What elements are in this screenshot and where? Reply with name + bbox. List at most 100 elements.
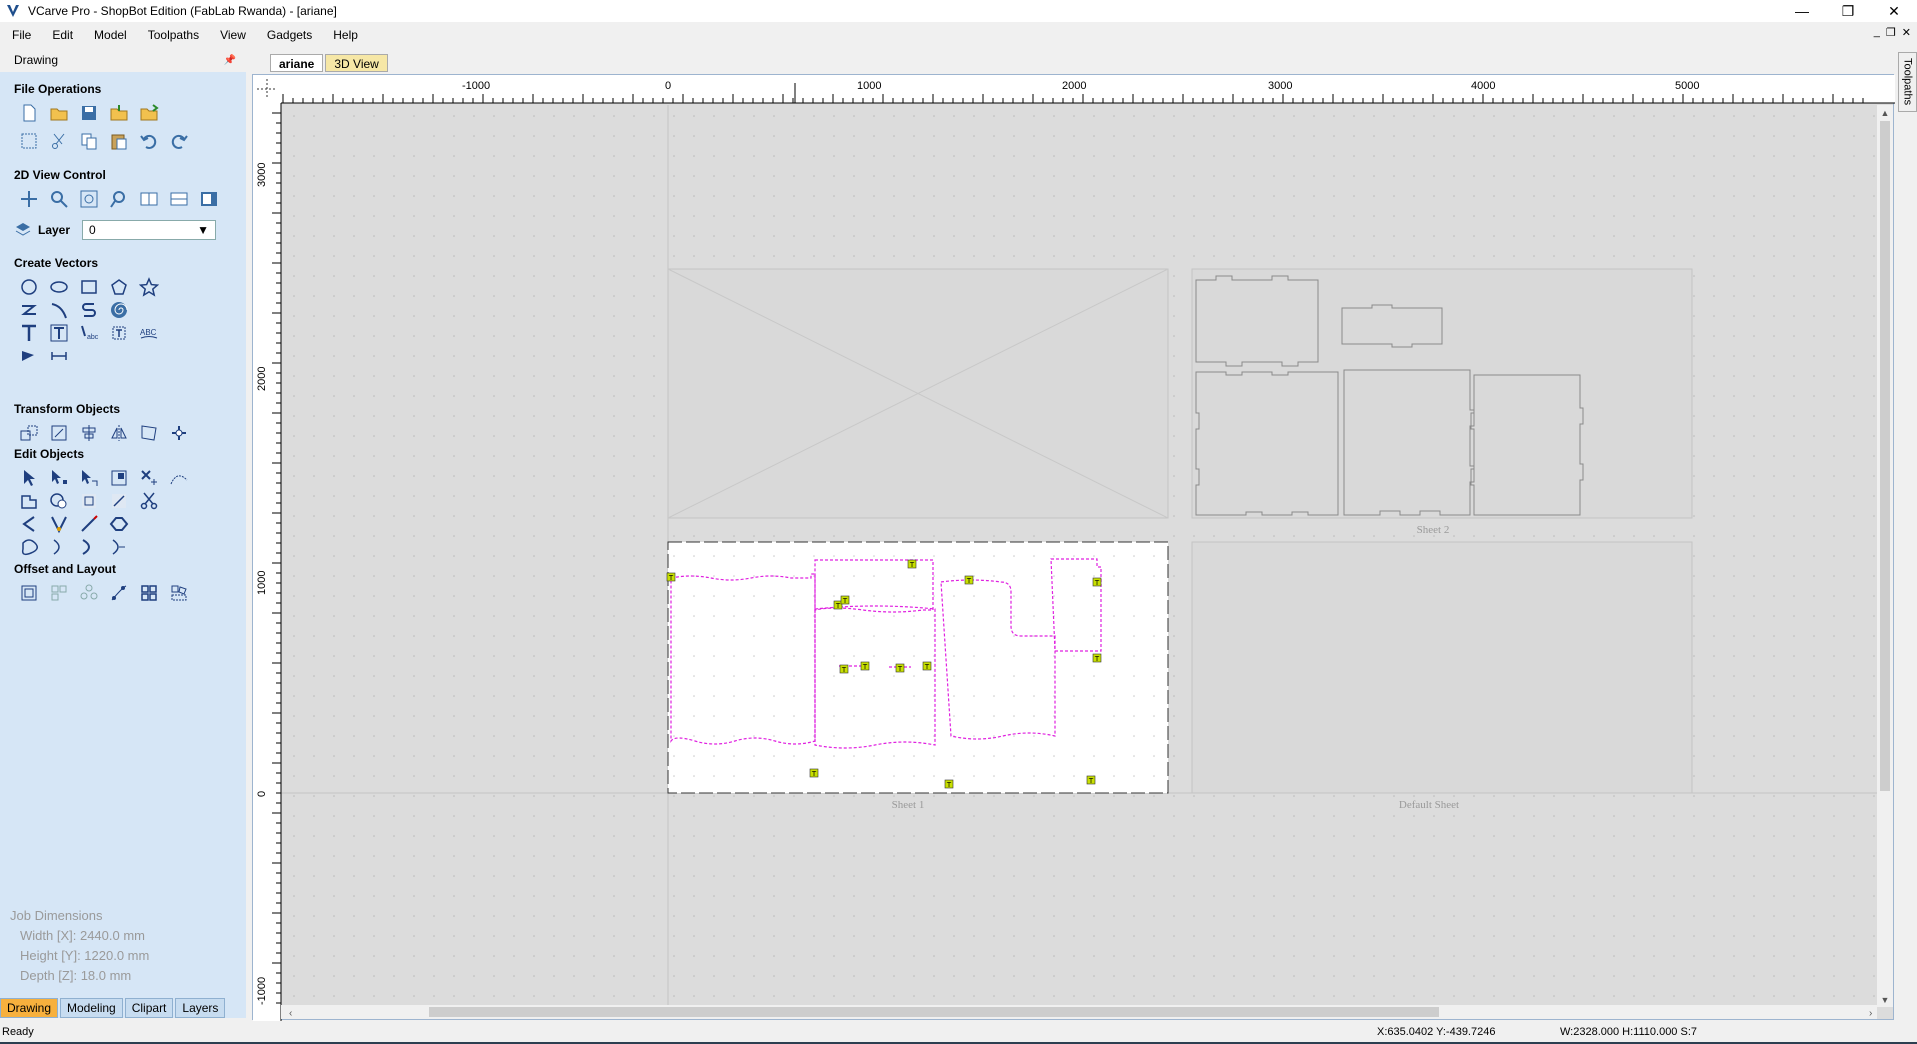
zoom-icon[interactable]	[44, 186, 74, 212]
undo-icon[interactable]	[134, 128, 164, 154]
paste-icon[interactable]	[104, 128, 134, 154]
star-icon[interactable]	[134, 274, 164, 300]
cut-icon[interactable]	[44, 128, 74, 154]
marker-8[interactable]: T	[860, 661, 870, 671]
dimension-icon[interactable]	[44, 343, 74, 369]
scroll-down-icon[interactable]: ▼	[1881, 995, 1890, 1005]
marker-7[interactable]: T	[839, 664, 849, 674]
layer-value: 0	[89, 223, 96, 237]
zoom-extents-icon[interactable]	[74, 186, 104, 212]
copy-icon[interactable]	[74, 128, 104, 154]
close-vector-icon[interactable]	[44, 534, 74, 560]
move-icon[interactable]	[14, 420, 44, 446]
bend-text-icon[interactable]: ABC	[134, 320, 164, 346]
menu-gadgets[interactable]: Gadgets	[255, 28, 321, 42]
maximize-button[interactable]: ❐	[1825, 0, 1871, 22]
svg-text:T: T	[862, 663, 868, 671]
tab-drawing[interactable]: Drawing	[0, 998, 59, 1018]
canvas-svg[interactable]: T T T T T T T T T T T T T T Sheet 2 Shee…	[253, 75, 1895, 1021]
text-arc-icon[interactable]	[104, 320, 134, 346]
marker-4[interactable]: T	[1092, 577, 1102, 587]
menu-toolpaths[interactable]: Toolpaths	[136, 28, 208, 42]
curve-fit-icon[interactable]	[164, 465, 194, 491]
view-3d-icon[interactable]	[194, 186, 224, 212]
layers-icon	[15, 223, 31, 236]
minimize-button[interactable]: —	[1779, 0, 1825, 22]
menu-edit[interactable]: Edit	[40, 28, 82, 42]
join-open-icon[interactable]	[74, 534, 104, 560]
distort-icon[interactable]	[134, 420, 164, 446]
top-ruler: -1000 0 1000 2000 3000 4000 5000	[253, 75, 1895, 104]
tab-ariane[interactable]: ariane	[270, 54, 324, 72]
marker-12[interactable]: T	[809, 768, 819, 778]
nest-parts-icon[interactable]	[164, 580, 194, 606]
open-file-icon[interactable]	[44, 100, 74, 126]
sheet-2-label: Sheet 2	[1417, 524, 1450, 536]
sheet-2-blank[interactable]	[667, 268, 1169, 519]
node-close-icon[interactable]	[104, 534, 134, 560]
offset-icon[interactable]	[14, 580, 44, 606]
tab-layers[interactable]: Layers	[175, 998, 226, 1018]
ruler-left-label: 1000	[256, 571, 268, 595]
pan-icon[interactable]	[14, 186, 44, 212]
marker-10[interactable]: T	[922, 661, 932, 671]
marker-2[interactable]: T	[907, 559, 917, 569]
array-copy-circle-icon[interactable]	[74, 580, 104, 606]
close-button[interactable]: ✕	[1871, 0, 1917, 22]
menu-file[interactable]: File	[0, 28, 40, 42]
view-grid-icon[interactable]	[134, 186, 164, 212]
menu-model[interactable]: Model	[82, 28, 136, 42]
import-icon[interactable]	[104, 100, 134, 126]
scroll-up-icon[interactable]: ▲	[1881, 108, 1890, 118]
export-icon[interactable]	[134, 100, 164, 126]
panel-tabs: Drawing Modeling Clipart Layers	[0, 996, 246, 1018]
vertical-scrollbar[interactable]: ▲ ▼	[1877, 105, 1893, 1007]
save-icon[interactable]	[74, 100, 104, 126]
grid-copy-icon[interactable]	[134, 580, 164, 606]
svg-text:T: T	[1094, 655, 1100, 663]
align-icon[interactable]	[74, 420, 104, 446]
scale-icon[interactable]	[44, 420, 74, 446]
ruler-top-label: 4000	[1471, 80, 1495, 92]
smooth-icon[interactable]	[14, 534, 44, 560]
drawing-canvas[interactable]: T T T T T T T T T T T T T T Sheet 2 Shee…	[252, 74, 1895, 1021]
text-on-curve-icon[interactable]: abc	[74, 320, 104, 346]
marker-1[interactable]: T	[666, 572, 676, 582]
mdi-close-button[interactable]: ✕	[1902, 26, 1911, 39]
marker-13[interactable]: T	[944, 779, 954, 789]
mdi-minimize-button[interactable]: _	[1874, 26, 1880, 39]
layer-dropdown[interactable]: 0 ▼	[82, 220, 217, 240]
menu-help[interactable]: Help	[321, 28, 367, 42]
scroll-right-icon[interactable]: ›	[1869, 1008, 1872, 1019]
job-dimensions: Job Dimensions Width [X]: 2440.0 mm Heig…	[10, 906, 149, 986]
tab-modeling[interactable]: Modeling	[60, 998, 123, 1018]
scissors-icon[interactable]	[134, 488, 164, 514]
toolpaths-side-tab[interactable]: Toolpaths	[1898, 52, 1917, 112]
default-sheet[interactable]	[1191, 541, 1693, 794]
tab-clipart[interactable]: Clipart	[124, 998, 174, 1018]
marker-11[interactable]: T	[1092, 653, 1102, 663]
menu-view[interactable]: View	[208, 28, 255, 42]
array-copy-icon[interactable]	[164, 420, 194, 446]
zoom-selection-icon[interactable]	[104, 186, 134, 212]
pin-icon[interactable]: 📌	[224, 55, 236, 66]
marker-3[interactable]: T	[964, 575, 974, 585]
ruler-left-label: -1000	[256, 977, 268, 1005]
horizontal-scrollbar[interactable]: ‹ ›	[281, 1005, 1877, 1019]
tab-3d-view[interactable]: 3D View	[325, 54, 388, 72]
view-split-icon[interactable]	[164, 186, 194, 212]
scroll-left-icon[interactable]: ‹	[289, 1008, 292, 1019]
sheet-2-parts[interactable]	[1191, 268, 1693, 519]
trace-bitmap-icon[interactable]	[14, 343, 44, 369]
nesting-icon[interactable]	[44, 580, 74, 606]
redo-icon[interactable]	[164, 128, 194, 154]
select-all-icon[interactable]	[14, 128, 44, 154]
copy-along-vector-icon[interactable]	[104, 580, 134, 606]
mdi-restore-button[interactable]: ❐	[1886, 26, 1896, 39]
marker-6[interactable]: T	[840, 595, 850, 605]
mirror-icon[interactable]	[104, 420, 134, 446]
marker-9[interactable]: T	[895, 663, 905, 673]
offset-layout-title: Offset and Layout	[14, 562, 117, 576]
new-file-icon[interactable]	[14, 100, 44, 126]
marker-14[interactable]: T	[1086, 775, 1096, 785]
